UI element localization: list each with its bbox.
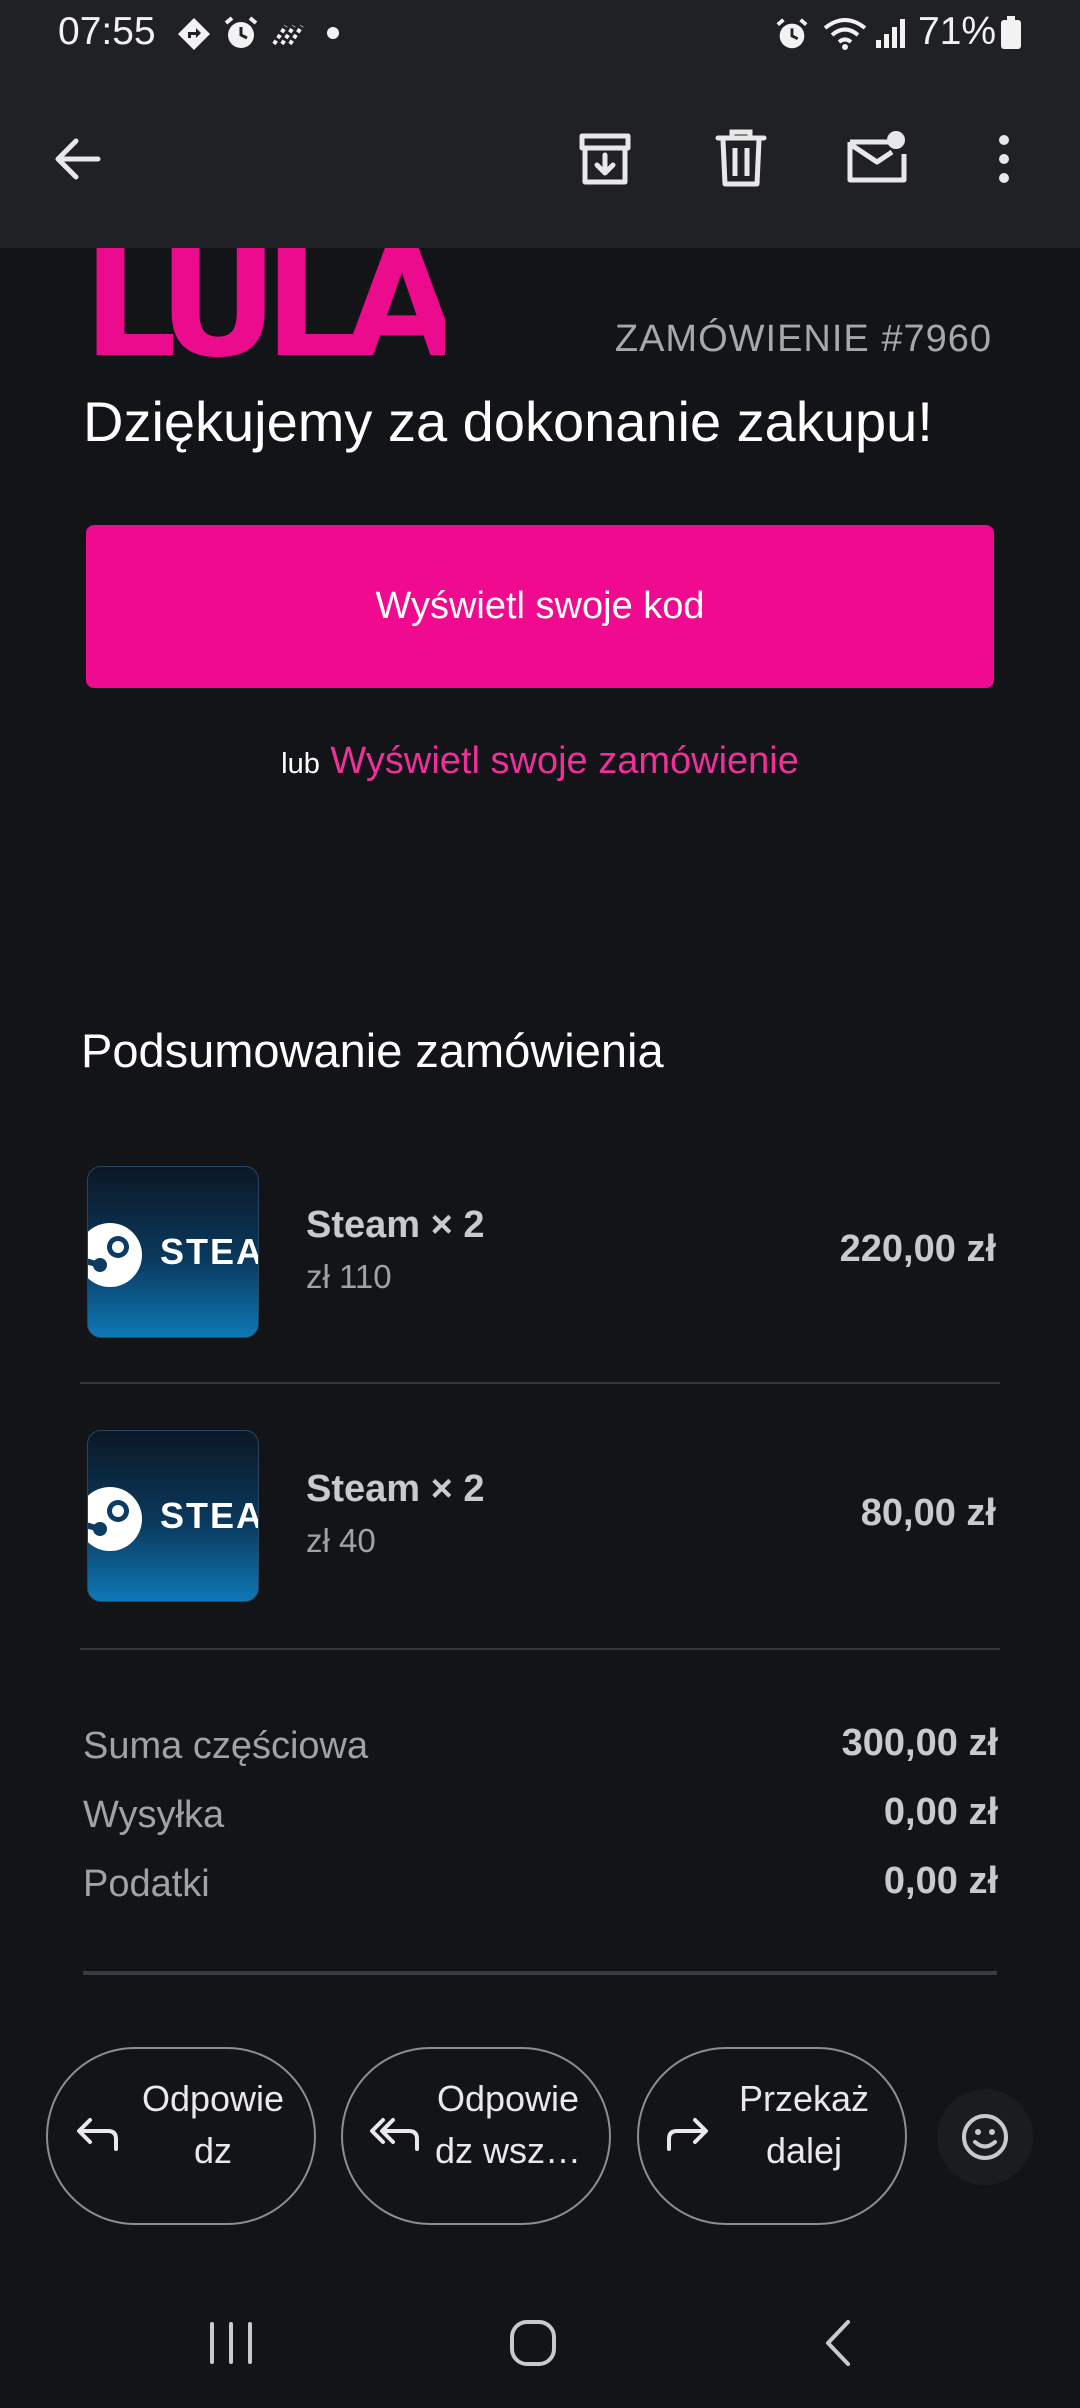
forward-label: Przekaż dalej bbox=[738, 2078, 870, 2171]
recent-apps-icon[interactable] bbox=[206, 2320, 256, 2366]
item-total: 80,00 zł bbox=[860, 1492, 996, 1534]
reply-label: Odpowie dz bbox=[141, 2078, 285, 2171]
dot-icon bbox=[327, 27, 339, 39]
mark-unread-icon[interactable] bbox=[846, 128, 908, 186]
reply-all-button[interactable]: Odpowie dz wsz… bbox=[341, 2047, 611, 2225]
forward-icon bbox=[667, 2118, 708, 2151]
steam-logo-icon bbox=[88, 1487, 142, 1551]
home-icon[interactable] bbox=[508, 2318, 558, 2368]
item-unit-price: zł 40 bbox=[306, 1522, 376, 1559]
subtotal-value: 300,00 zł bbox=[841, 1722, 998, 1764]
reply-all-icon bbox=[370, 2118, 419, 2151]
navigation-icon bbox=[178, 18, 210, 50]
archive-icon[interactable] bbox=[576, 130, 634, 188]
view-order-link[interactable]: Wyświetl swoje zamówienie bbox=[330, 740, 798, 782]
steam-thumbnail: STEAM bbox=[87, 1430, 259, 1602]
alarm-icon bbox=[776, 18, 808, 49]
status-time: 07:55 bbox=[58, 10, 156, 53]
steam-thumbnail: STEAM bbox=[87, 1166, 259, 1338]
order-item: STEAM Steam × 2 zł 110 220,00 zł bbox=[80, 1166, 1000, 1342]
battery-percent: 71% bbox=[918, 10, 997, 53]
reply-all-label: Odpowie dz wsz… bbox=[434, 2078, 582, 2171]
more-options-icon[interactable] bbox=[994, 132, 1014, 186]
taxes-value: 0,00 zł bbox=[883, 1860, 998, 1902]
forward-button[interactable]: Przekaż dalej bbox=[637, 2047, 907, 2225]
item-total: 220,00 zł bbox=[839, 1228, 996, 1270]
stripes-icon bbox=[272, 24, 304, 46]
brand-logo: LULA bbox=[83, 248, 446, 360]
nav-back-icon[interactable] bbox=[818, 2318, 858, 2368]
system-nav-bar bbox=[0, 2280, 1080, 2408]
back-arrow-icon[interactable] bbox=[50, 132, 104, 186]
top-bar: 07:55 71% bbox=[0, 0, 1080, 248]
item-name: Steam × 2 bbox=[306, 1204, 485, 1246]
shipping-value: 0,00 zł bbox=[883, 1791, 998, 1833]
subtotal-label: Suma częściowa bbox=[83, 1725, 369, 1767]
shipping-label: Wysyłka bbox=[83, 1794, 225, 1836]
battery-icon bbox=[1001, 16, 1021, 49]
order-summary-title: Podsumowanie zamówienia bbox=[81, 1024, 664, 1077]
reply-icon bbox=[77, 2118, 118, 2151]
steam-logo-icon bbox=[88, 1223, 142, 1287]
item-divider bbox=[80, 1648, 1000, 1650]
steam-thumb-text: STEAM bbox=[160, 1495, 258, 1536]
order-item: STEAM Steam × 2 zł 40 80,00 zł bbox=[80, 1430, 1000, 1606]
item-divider bbox=[80, 1382, 1000, 1384]
view-order-row: lub Wyświetl swoje zamówienie bbox=[0, 740, 1080, 783]
alarm-icon bbox=[224, 16, 258, 48]
steam-thumb-text: STEAM bbox=[160, 1231, 258, 1272]
taxes-label: Podatki bbox=[83, 1863, 210, 1905]
item-name: Steam × 2 bbox=[306, 1468, 485, 1510]
thank-you-heading: Dziękujemy za dokonanie zakupu! bbox=[83, 390, 933, 453]
wifi-icon bbox=[823, 18, 867, 50]
item-unit-price: zł 110 bbox=[306, 1258, 392, 1295]
delete-icon[interactable] bbox=[714, 128, 768, 188]
reply-button[interactable]: Odpowie dz bbox=[46, 2047, 316, 2225]
emoji-reaction-button[interactable] bbox=[937, 2089, 1033, 2185]
smiley-icon bbox=[962, 2114, 1008, 2160]
view-code-button[interactable]: Wyświetl swoje kod bbox=[86, 525, 994, 688]
or-text: lub bbox=[281, 748, 320, 780]
totals-divider bbox=[83, 1971, 997, 1975]
signal-icon bbox=[876, 19, 905, 48]
order-number: ZAMÓWIENIE #7960 bbox=[614, 318, 992, 360]
